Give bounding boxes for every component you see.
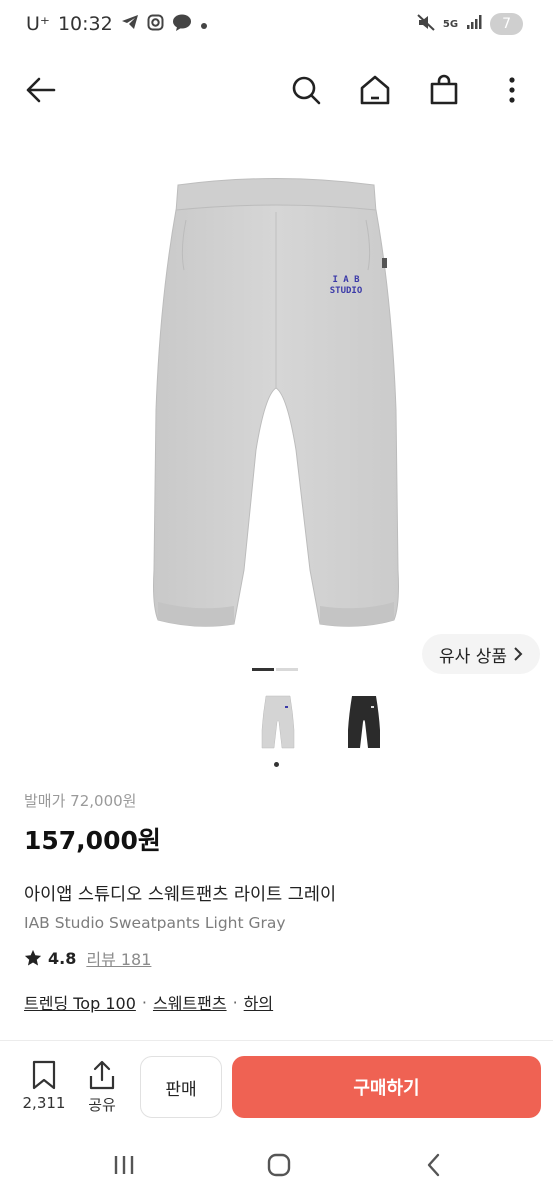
color-thumbnails (250, 688, 392, 758)
talk-icon (172, 14, 192, 35)
status-left: U⁺ 10:32 (26, 13, 208, 35)
dot-icon (200, 15, 208, 34)
more-vertical-icon (509, 77, 515, 103)
thumbnail-image (261, 695, 295, 749)
home-button[interactable] (355, 70, 395, 110)
rating-value: 4.8 (48, 948, 77, 968)
tag-separator: · (141, 992, 147, 1012)
product-name-english: IAB Studio Sweatpants Light Gray (24, 914, 286, 932)
product-name-korean: 아이앱 스튜디오 스웨트팬츠 라이트 그레이 (24, 885, 337, 905)
system-home-button[interactable] (259, 1150, 299, 1180)
home-circle-icon (267, 1153, 291, 1177)
thumbnail-image (348, 696, 380, 748)
product-image-carousel[interactable]: I A B STUDIO (0, 150, 553, 650)
top-nav (0, 60, 553, 120)
bookmark-button[interactable]: 2,311 (18, 1060, 70, 1112)
tag-trending[interactable]: 트렌딩 Top 100 (24, 990, 136, 1014)
divider (0, 1040, 553, 1041)
rating-row: 4.8 리뷰 181 (24, 946, 529, 970)
share-label: 공유 (88, 1096, 116, 1114)
battery-indicator: 7 (490, 13, 523, 35)
similar-products-label: 유사 상품 (439, 646, 507, 667)
cart-button[interactable] (424, 70, 464, 110)
status-bar: U⁺ 10:32 5G 7 (0, 0, 553, 52)
image-page-indicator (252, 668, 298, 671)
shopping-bag-icon (430, 74, 458, 105)
share-button[interactable]: 공유 (76, 1060, 128, 1115)
mute-icon (417, 13, 435, 35)
logo-text-line2: STUDIO (330, 286, 363, 296)
indicator-segment (252, 668, 274, 671)
back-chevron-icon (427, 1153, 440, 1177)
share-icon (89, 1060, 115, 1090)
logo-text-line1: I A B (332, 275, 360, 285)
instagram-icon (147, 14, 164, 35)
system-back-button[interactable] (414, 1150, 454, 1180)
tag-bottoms[interactable]: 하의 (244, 990, 273, 1014)
star-icon (24, 949, 42, 966)
product-image: I A B STUDIO (153, 178, 399, 627)
home-icon (360, 75, 390, 105)
system-nav-bar (0, 1130, 553, 1200)
thumbnail-black[interactable] (336, 688, 392, 758)
bookmark-icon (32, 1060, 56, 1090)
indicator-segment (276, 668, 298, 671)
buy-button[interactable]: 구매하기 (232, 1056, 541, 1118)
clock: 10:32 (57, 13, 113, 35)
tag-sweatpants[interactable]: 스웨트팬츠 (153, 990, 227, 1014)
current-price: 157,000원 (24, 826, 161, 855)
search-button[interactable] (286, 70, 326, 110)
sell-button[interactable]: 판매 (140, 1056, 222, 1118)
bottom-action-bar: 2,311 공유 판매 구매하기 (0, 1048, 553, 1128)
tag-separator: · (232, 992, 238, 1012)
review-link[interactable]: 리뷰 181 (86, 946, 151, 970)
chevron-right-icon (514, 647, 523, 661)
network-label: 5G (442, 18, 459, 30)
similar-products-button[interactable]: 유사 상품 (422, 634, 540, 674)
back-arrow-icon (26, 77, 56, 103)
release-price: 발매가 72,000원 (24, 792, 137, 810)
search-icon (292, 76, 321, 105)
recent-apps-icon (114, 1156, 134, 1174)
telegram-icon (121, 14, 139, 34)
more-button[interactable] (492, 70, 532, 110)
signal-icon (466, 14, 482, 34)
status-right: 5G 7 (417, 13, 523, 35)
tag-row: 트렌딩 Top 100 · 스웨트팬츠 · 하의 (24, 990, 529, 1014)
carrier-label: U⁺ (26, 13, 50, 35)
thumbnail-light-gray[interactable] (250, 688, 306, 758)
selected-thumbnail-dot (274, 762, 279, 767)
bookmark-count: 2,311 (22, 1094, 66, 1112)
back-button[interactable] (20, 70, 60, 110)
product-info: 발매가 72,000원 157,000원 아이앱 스튜디오 스웨트팬츠 라이트 … (24, 786, 529, 1014)
recent-apps-button[interactable] (104, 1150, 144, 1180)
